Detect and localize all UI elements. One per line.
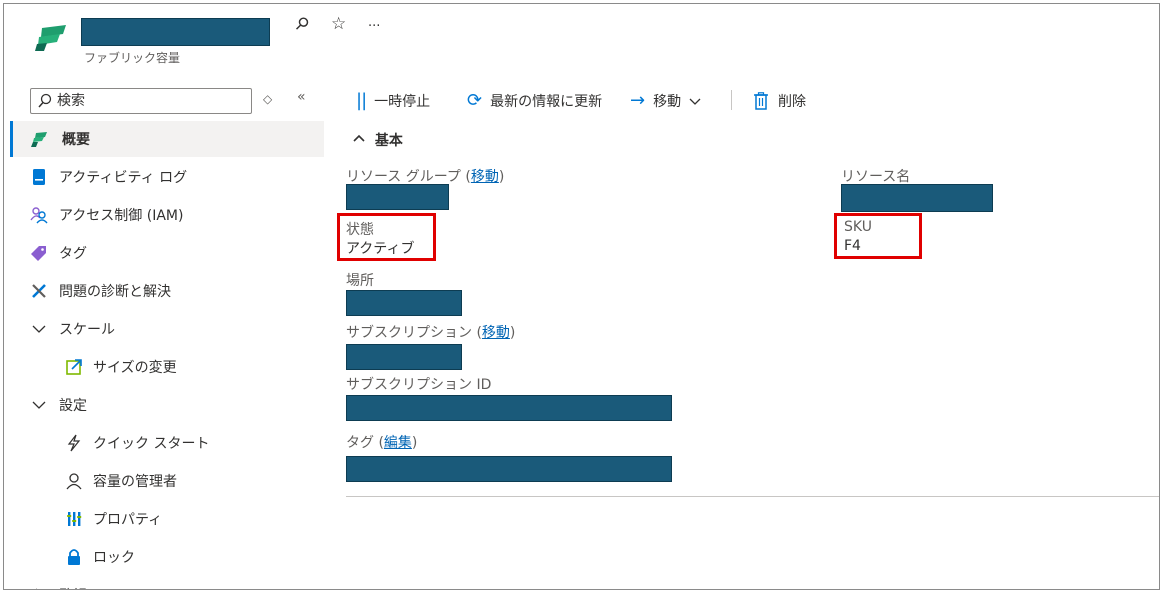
properties-icon <box>67 512 82 526</box>
sidebar-item-properties[interactable]: プロパティ <box>10 501 324 537</box>
sidebar-item-label: プロパティ <box>93 512 163 528</box>
delete-button[interactable]: 削除 <box>753 90 806 112</box>
sidebar-item-activity-log[interactable]: アクティビティ ログ <box>10 159 324 195</box>
sidebar-item-label: スケール <box>59 322 115 338</box>
sidebar-item-iam[interactable]: アクセス制御 (IAM) <box>10 197 324 233</box>
sidebar-item-label: ロック <box>93 550 135 566</box>
paren-open: ( <box>460 169 471 185</box>
lock-icon <box>68 549 80 565</box>
paren-close: ) <box>498 169 505 185</box>
sidebar-item-label: アクセス制御 (IAM) <box>59 208 184 224</box>
chevron-up-icon <box>353 134 365 142</box>
sidebar-item-label: タグ <box>59 246 87 262</box>
favorite-star-icon[interactable]: ☆ <box>331 16 346 33</box>
pause-button[interactable]: || 一時停止 <box>356 90 430 112</box>
resource-group-label: リソース グループ <box>346 169 461 185</box>
resize-icon <box>66 359 82 375</box>
sidebar-item-label: 設定 <box>59 398 87 414</box>
resource-name-label: リソース名 <box>841 169 911 185</box>
delete-label: 削除 <box>778 94 806 110</box>
collapse-sidebar-icon[interactable]: « <box>297 89 306 105</box>
sidebar-group-monitoring[interactable]: 監視 <box>10 577 324 589</box>
move-dropdown-button[interactable]: → 移動 <box>630 90 702 112</box>
sidebar-item-diagnose[interactable]: 問題の診断と解決 <box>10 273 324 309</box>
sidebar-group-scale[interactable]: スケール <box>10 311 324 347</box>
paren-close: ) <box>411 435 418 451</box>
refresh-button[interactable]: ⟳ 最新の情報に更新 <box>467 90 602 112</box>
essentials-title: 基本 <box>374 133 403 149</box>
wrench-icon <box>32 284 46 298</box>
activity-log-icon <box>33 169 45 185</box>
subscription-id-label: サブスクリプション ID <box>346 377 492 393</box>
people-icon <box>30 207 48 224</box>
move-label: 移動 <box>653 94 682 110</box>
edit-tags-link[interactable]: 編集 <box>384 435 412 451</box>
subscription-label: サブスクリプション <box>346 325 472 341</box>
resource-type-subtitle: ファブリック容量 <box>84 51 181 65</box>
sku-highlight-box <box>834 213 922 259</box>
trash-icon <box>754 92 768 110</box>
redacted-subscription-id-value <box>346 395 672 421</box>
arrow-right-icon: → <box>630 90 646 111</box>
pause-icon: || <box>356 90 367 111</box>
sidebar-item-locks[interactable]: ロック <box>10 539 324 575</box>
location-label: 場所 <box>346 273 374 289</box>
essentials-toggle[interactable]: 基本 <box>352 130 403 150</box>
sidebar-item-label: クイック スタート <box>93 436 210 452</box>
chevron-right-icon <box>36 588 37 589</box>
fabric-logo-icon <box>31 132 47 147</box>
sidebar-item-capacity-admins[interactable]: 容量の管理者 <box>10 463 324 499</box>
paren-close: ) <box>509 325 516 341</box>
move-subscription-link[interactable]: 移動 <box>482 325 510 341</box>
tag-icon <box>31 246 46 261</box>
sidebar-group-settings[interactable]: 設定 <box>10 387 324 423</box>
redacted-subscription-value <box>346 344 462 370</box>
chevron-down-icon <box>689 98 701 105</box>
resource-group-field-label: リソース グループ (移動) <box>346 166 504 186</box>
redacted-resource-group-value <box>346 184 449 210</box>
sort-toggle-icon[interactable]: ◇ <box>263 92 272 106</box>
window-frame: ファブリック容量 ⚲ ☆ ··· ◇ « 概要 アクティビティ ログ <box>3 3 1160 590</box>
sidebar-item-quickstart[interactable]: クイック スタート <box>10 425 324 461</box>
toolbar-separator <box>731 90 732 110</box>
more-options-icon[interactable]: ··· <box>368 20 380 33</box>
search-icon <box>38 93 52 108</box>
move-resource-group-link[interactable]: 移動 <box>471 169 499 185</box>
chevron-down-icon <box>32 325 46 333</box>
redacted-tags-value <box>346 456 672 482</box>
tags-field-label: タグ (編集) <box>346 432 417 452</box>
sidebar-search-box[interactable] <box>30 88 252 114</box>
person-icon <box>66 473 82 490</box>
redacted-location-value <box>346 290 462 316</box>
subscription-field-label: サブスクリプション (移動) <box>346 322 515 342</box>
search-input[interactable] <box>57 92 247 110</box>
refresh-label: 最新の情報に更新 <box>490 94 603 110</box>
tags-label: タグ <box>346 435 374 451</box>
lightning-icon <box>67 434 81 452</box>
refresh-icon: ⟳ <box>467 90 483 111</box>
pause-label: 一時停止 <box>374 94 431 110</box>
sidebar-item-tags[interactable]: タグ <box>10 235 324 271</box>
redacted-resource-title <box>81 18 270 46</box>
sidebar-item-label: 概要 <box>62 132 90 148</box>
sidebar-item-resize[interactable]: サイズの変更 <box>10 349 324 385</box>
sidebar-item-label: 問題の診断と解決 <box>59 284 171 300</box>
pin-icon[interactable]: ⚲ <box>290 13 313 36</box>
paren-open: ( <box>374 435 384 451</box>
sidebar-item-overview[interactable]: 概要 <box>10 121 324 157</box>
sidebar-item-label: 容量の管理者 <box>93 474 177 490</box>
sidebar-item-label: 監視 <box>59 585 87 589</box>
redacted-resource-name-value <box>841 184 993 212</box>
chevron-down-icon <box>32 401 46 409</box>
sidebar-item-label: サイズの変更 <box>93 360 177 376</box>
status-highlight-box <box>337 213 436 261</box>
paren-open: ( <box>472 325 482 341</box>
fabric-logo-icon <box>35 25 66 51</box>
sidebar-item-label: アクティビティ ログ <box>59 170 188 186</box>
essentials-divider <box>346 496 1159 497</box>
